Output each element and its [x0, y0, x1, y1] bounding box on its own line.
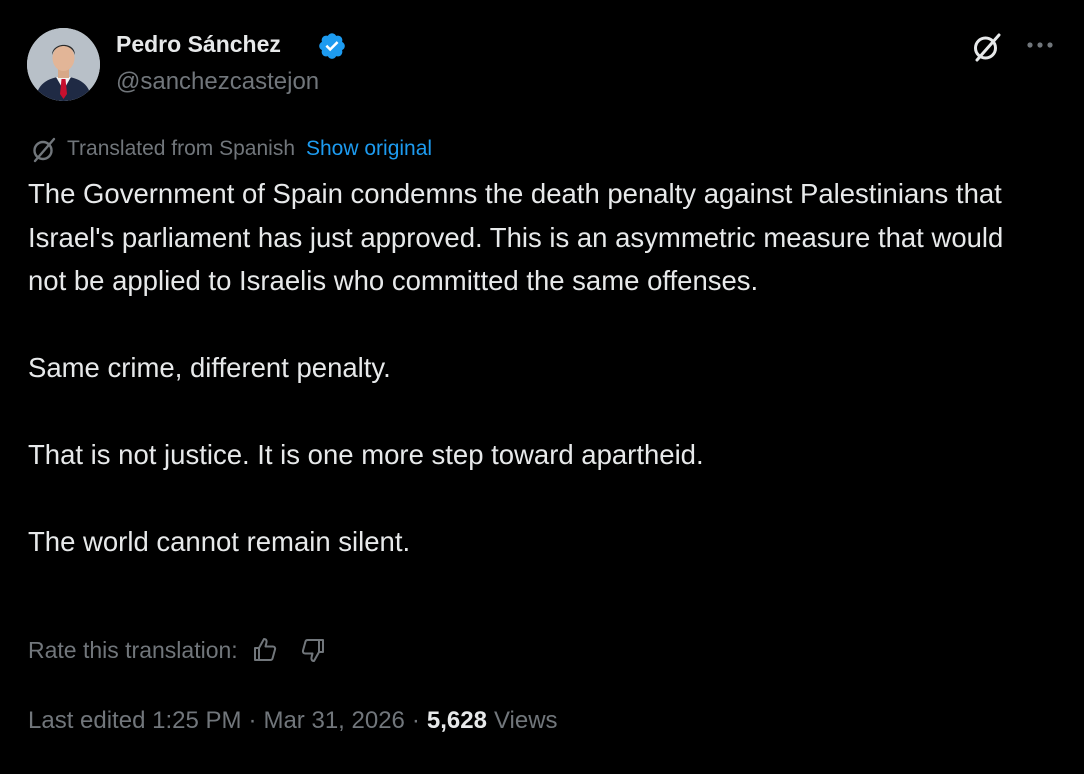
tweet-meta-row: Last edited 1:25 PM · Mar 31, 2026 · 5,6…: [28, 704, 558, 738]
rate-translation-row: Rate this translation:: [28, 635, 346, 665]
rate-translation-label: Rate this translation:: [28, 636, 238, 663]
meta-separator: ·: [411, 707, 420, 734]
tweet: Pedro Sánchez @sanchezcastejon Translate…: [0, 0, 1084, 774]
tweet-date[interactable]: Mar 31, 2026: [263, 707, 404, 735]
more-icon[interactable]: [1022, 30, 1058, 60]
views-label: Views: [493, 707, 558, 734]
author-handle[interactable]: @sanchezcastejon: [116, 68, 319, 96]
translation-row: Translated from Spanish Show original: [30, 135, 432, 163]
last-edited-time[interactable]: Last edited 1:25 PM: [28, 707, 241, 735]
thumbs-up-icon[interactable]: [250, 635, 280, 665]
translated-from-label: Translated from Spanish: [67, 137, 295, 160]
author-name[interactable]: Pedro Sánchez: [116, 31, 281, 58]
grok-icon[interactable]: [970, 30, 1004, 64]
tweet-paragraph: The world cannot remain silent.: [28, 526, 411, 557]
verified-badge-icon: [319, 33, 345, 59]
thumbs-down-icon[interactable]: [298, 635, 328, 665]
avatar[interactable]: [27, 28, 100, 101]
tweet-paragraph: Same crime, different penalty.: [28, 352, 391, 383]
show-original-link[interactable]: Show original: [306, 137, 432, 161]
views-count: 5,628: [426, 707, 487, 734]
tweet-paragraph: The Government of Spain condemns the dea…: [28, 178, 1004, 296]
tweet-paragraph: That is not justice. It is one more step…: [28, 439, 704, 470]
meta-separator: ·: [248, 707, 257, 734]
translate-icon: [33, 137, 56, 163]
tweet-text: The Government of Spain condemns the dea…: [28, 172, 1028, 564]
